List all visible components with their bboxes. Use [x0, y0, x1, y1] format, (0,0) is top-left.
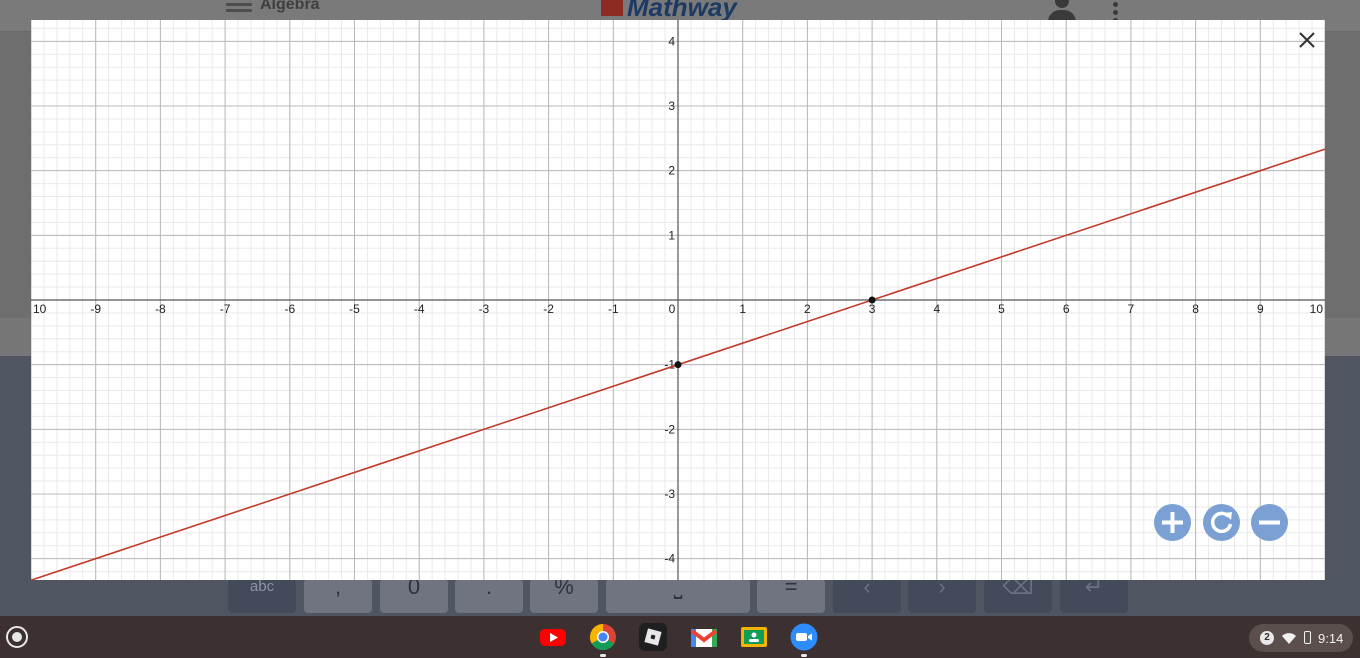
hamburger-menu-icon[interactable]	[226, 0, 252, 16]
x-tick-label: 4	[933, 302, 940, 316]
section-title: Algebra	[260, 0, 320, 13]
minus-icon	[1259, 520, 1280, 525]
keypad-key-backspace[interactable]: ⌫	[984, 579, 1052, 613]
y-tick-label: 1	[668, 228, 675, 242]
graph-plot[interactable]: 10 -9 -8 -7 -6 -5 -4 -3 -2 -1 0 1 2 3 4 5 6 7 8 9 10 1 2 3 4 -1 -…	[31, 20, 1325, 580]
chrome-app-icon[interactable]	[589, 623, 617, 651]
x-tick-label: 9	[1257, 302, 1264, 316]
plus-icon	[1162, 512, 1183, 533]
wifi-icon	[1282, 633, 1296, 644]
y-tick-label: 3	[668, 99, 675, 113]
x-tick-label: 0	[669, 302, 676, 316]
notification-count-badge[interactable]: 2	[1260, 631, 1274, 645]
x-tick-label: 10	[1310, 302, 1324, 316]
x-tick-label: 6	[1063, 302, 1070, 316]
y-tick-label: -4	[664, 552, 675, 566]
x-tick-label: -4	[414, 302, 425, 316]
close-icon	[1299, 32, 1315, 48]
graph-dialog: 10 -9 -8 -7 -6 -5 -4 -3 -2 -1 0 1 2 3 4 5 6 7 8 9 10 1 2 3 4 -1 -…	[31, 20, 1325, 580]
x-tick-label: -3	[479, 302, 490, 316]
keypad-key-left[interactable]: ‹	[833, 579, 901, 613]
roblox-app-icon[interactable]	[639, 623, 667, 651]
x-tick-label: -7	[220, 302, 231, 316]
zoom-app-icon[interactable]	[790, 623, 818, 651]
keypad-mode-key[interactable]: abc	[228, 579, 296, 613]
close-button[interactable]	[1295, 28, 1319, 52]
zoom-out-button[interactable]	[1251, 504, 1288, 541]
x-tick-label: 8	[1192, 302, 1199, 316]
y-tick-label: 4	[668, 34, 675, 48]
status-tray[interactable]: 2 9:14	[1249, 624, 1353, 652]
keypad-key-equals[interactable]: =	[757, 579, 825, 613]
clock: 9:14	[1318, 631, 1344, 646]
x-tick-label: 7	[1128, 302, 1135, 316]
keypad-key-zero[interactable]: 0	[380, 579, 448, 613]
x-tick-label: 5	[998, 302, 1005, 316]
zoom-in-button[interactable]	[1154, 504, 1191, 541]
y-tick-label: 2	[668, 164, 675, 178]
keypad-key-comma[interactable]: ,	[304, 579, 372, 613]
plot-point	[868, 296, 876, 304]
youtube-app-icon[interactable]	[539, 623, 567, 651]
gmail-app-icon[interactable]	[690, 623, 718, 651]
keypad-key-enter[interactable]: ↵	[1060, 579, 1128, 613]
keypad-key-percent[interactable]: %	[530, 579, 598, 613]
running-indicator	[600, 654, 606, 657]
reset-view-button[interactable]	[1203, 504, 1240, 541]
x-tick-label: 3	[869, 302, 876, 316]
battery-icon	[1304, 631, 1311, 644]
x-tick-label: -9	[90, 302, 101, 316]
taskbar	[0, 616, 1360, 658]
mathway-logo-icon	[601, 0, 623, 16]
plot-point	[674, 361, 682, 369]
y-tick-label: -2	[664, 422, 675, 436]
x-tick-label: -2	[543, 302, 554, 316]
keypad-key-space[interactable]: ⎵	[606, 579, 750, 613]
x-tick-label: 2	[804, 302, 811, 316]
classroom-app-icon[interactable]	[740, 623, 768, 651]
x-tick-label: -5	[349, 302, 360, 316]
x-tick-label: 1	[739, 302, 746, 316]
y-tick-label: -3	[664, 487, 675, 501]
x-tick-label: 10	[33, 302, 47, 316]
refresh-icon	[1210, 511, 1233, 534]
keypad-key-decimal[interactable]: .	[455, 579, 523, 613]
running-indicator	[801, 654, 807, 657]
more-options-icon[interactable]	[1113, 2, 1119, 23]
user-account-icon[interactable]	[1048, 0, 1076, 22]
x-tick-label: -8	[155, 302, 166, 316]
keypad-key-right[interactable]: ›	[908, 579, 976, 613]
x-tick-label: -6	[284, 302, 295, 316]
x-tick-label: -1	[608, 302, 619, 316]
launcher-icon[interactable]	[6, 626, 28, 648]
y-tick-label: -1	[664, 358, 675, 372]
